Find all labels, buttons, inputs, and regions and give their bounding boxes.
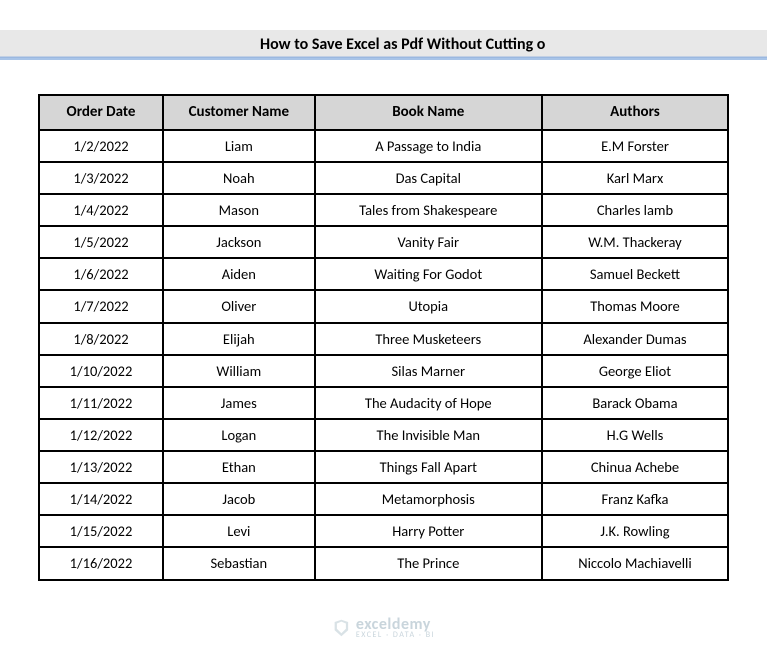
- cell-customer: Mason: [163, 194, 315, 226]
- cell-book: Utopia: [315, 290, 542, 322]
- cell-order-date: 1/16/2022: [39, 547, 163, 579]
- cell-author: Franz Kafka: [542, 483, 728, 515]
- cell-book: Das Capital: [315, 162, 542, 194]
- cell-order-date: 1/14/2022: [39, 483, 163, 515]
- table-row: 1/8/2022ElijahThree MusketeersAlexander …: [39, 323, 728, 355]
- cell-author: W.M. Thackeray: [542, 226, 728, 258]
- cell-book: Tales from Shakespeare: [315, 194, 542, 226]
- table-row: 1/15/2022LeviHarry PotterJ.K. Rowling: [39, 515, 728, 547]
- cell-order-date: 1/15/2022: [39, 515, 163, 547]
- cell-author: Alexander Dumas: [542, 323, 728, 355]
- table-row: 1/7/2022OliverUtopiaThomas Moore: [39, 290, 728, 322]
- cell-book: A Passage to India: [315, 130, 542, 162]
- table-row: 1/6/2022AidenWaiting For GodotSamuel Bec…: [39, 258, 728, 290]
- cell-author: J.K. Rowling: [542, 515, 728, 547]
- page-title-band: How to Save Excel as Pdf Without Cutting…: [0, 30, 767, 60]
- cell-book: Vanity Fair: [315, 226, 542, 258]
- data-table: Order Date Customer Name Book Name Autho…: [38, 94, 729, 581]
- table-body: 1/2/2022LiamA Passage to IndiaE.M Forste…: [39, 130, 728, 580]
- col-header-order-date: Order Date: [39, 95, 163, 130]
- table-row: 1/16/2022SebastianThe PrinceNiccolo Mach…: [39, 547, 728, 579]
- table-row: 1/13/2022EthanThings Fall ApartChinua Ac…: [39, 451, 728, 483]
- col-header-authors: Authors: [542, 95, 728, 130]
- cell-order-date: 1/12/2022: [39, 419, 163, 451]
- watermark-sub: EXCEL · DATA · BI: [356, 631, 435, 639]
- table-row: 1/5/2022JacksonVanity FairW.M. Thackeray: [39, 226, 728, 258]
- cell-customer: Levi: [163, 515, 315, 547]
- cell-book: The Audacity of Hope: [315, 387, 542, 419]
- cell-order-date: 1/4/2022: [39, 194, 163, 226]
- watermark-text: exceldemy EXCEL · DATA · BI: [356, 617, 435, 639]
- cell-book: Three Musketeers: [315, 323, 542, 355]
- cell-order-date: 1/7/2022: [39, 290, 163, 322]
- cell-order-date: 1/5/2022: [39, 226, 163, 258]
- cell-customer: Logan: [163, 419, 315, 451]
- table-row: 1/4/2022MasonTales from ShakespeareCharl…: [39, 194, 728, 226]
- table-row: 1/14/2022JacobMetamorphosisFranz Kafka: [39, 483, 728, 515]
- cell-book: Things Fall Apart: [315, 451, 542, 483]
- cell-author: Samuel Beckett: [542, 258, 728, 290]
- cell-author: Charles lamb: [542, 194, 728, 226]
- cell-order-date: 1/13/2022: [39, 451, 163, 483]
- cell-customer: Jacob: [163, 483, 315, 515]
- table-row: 1/2/2022LiamA Passage to IndiaE.M Forste…: [39, 130, 728, 162]
- watermark: exceldemy EXCEL · DATA · BI: [332, 617, 435, 639]
- cell-order-date: 1/11/2022: [39, 387, 163, 419]
- cell-author: Thomas Moore: [542, 290, 728, 322]
- cell-book: Waiting For Godot: [315, 258, 542, 290]
- cell-author: Chinua Achebe: [542, 451, 728, 483]
- cell-author: Barack Obama: [542, 387, 728, 419]
- cell-customer: Sebastian: [163, 547, 315, 579]
- cell-book: The Invisible Man: [315, 419, 542, 451]
- cell-order-date: 1/10/2022: [39, 355, 163, 387]
- cell-book: Silas Marner: [315, 355, 542, 387]
- cell-customer: Oliver: [163, 290, 315, 322]
- table-row: 1/11/2022JamesThe Audacity of HopeBarack…: [39, 387, 728, 419]
- col-header-book: Book Name: [315, 95, 542, 130]
- cell-customer: Liam: [163, 130, 315, 162]
- cell-order-date: 1/3/2022: [39, 162, 163, 194]
- logo-icon: [332, 619, 350, 637]
- cell-customer: James: [163, 387, 315, 419]
- cell-author: Niccolo Machiavelli: [542, 547, 728, 579]
- cell-author: E.M Forster: [542, 130, 728, 162]
- cell-order-date: 1/6/2022: [39, 258, 163, 290]
- cell-customer: Ethan: [163, 451, 315, 483]
- page-title: How to Save Excel as Pdf Without Cutting…: [260, 35, 545, 54]
- col-header-customer: Customer Name: [163, 95, 315, 130]
- cell-author: Karl Marx: [542, 162, 728, 194]
- cell-author: H.G Wells: [542, 419, 728, 451]
- cell-book: Metamorphosis: [315, 483, 542, 515]
- cell-author: George Eliot: [542, 355, 728, 387]
- cell-customer: Noah: [163, 162, 315, 194]
- table-row: 1/12/2022LoganThe Invisible ManH.G Wells: [39, 419, 728, 451]
- table-row: 1/3/2022NoahDas CapitalKarl Marx: [39, 162, 728, 194]
- table-row: 1/10/2022WilliamSilas MarnerGeorge Eliot: [39, 355, 728, 387]
- cell-customer: Elijah: [163, 323, 315, 355]
- cell-order-date: 1/8/2022: [39, 323, 163, 355]
- cell-book: The Prince: [315, 547, 542, 579]
- cell-book: Harry Potter: [315, 515, 542, 547]
- cell-customer: Jackson: [163, 226, 315, 258]
- cell-customer: Aiden: [163, 258, 315, 290]
- cell-customer: William: [163, 355, 315, 387]
- table-header-row: Order Date Customer Name Book Name Autho…: [39, 95, 728, 130]
- cell-order-date: 1/2/2022: [39, 130, 163, 162]
- data-table-wrap: Order Date Customer Name Book Name Autho…: [38, 94, 729, 581]
